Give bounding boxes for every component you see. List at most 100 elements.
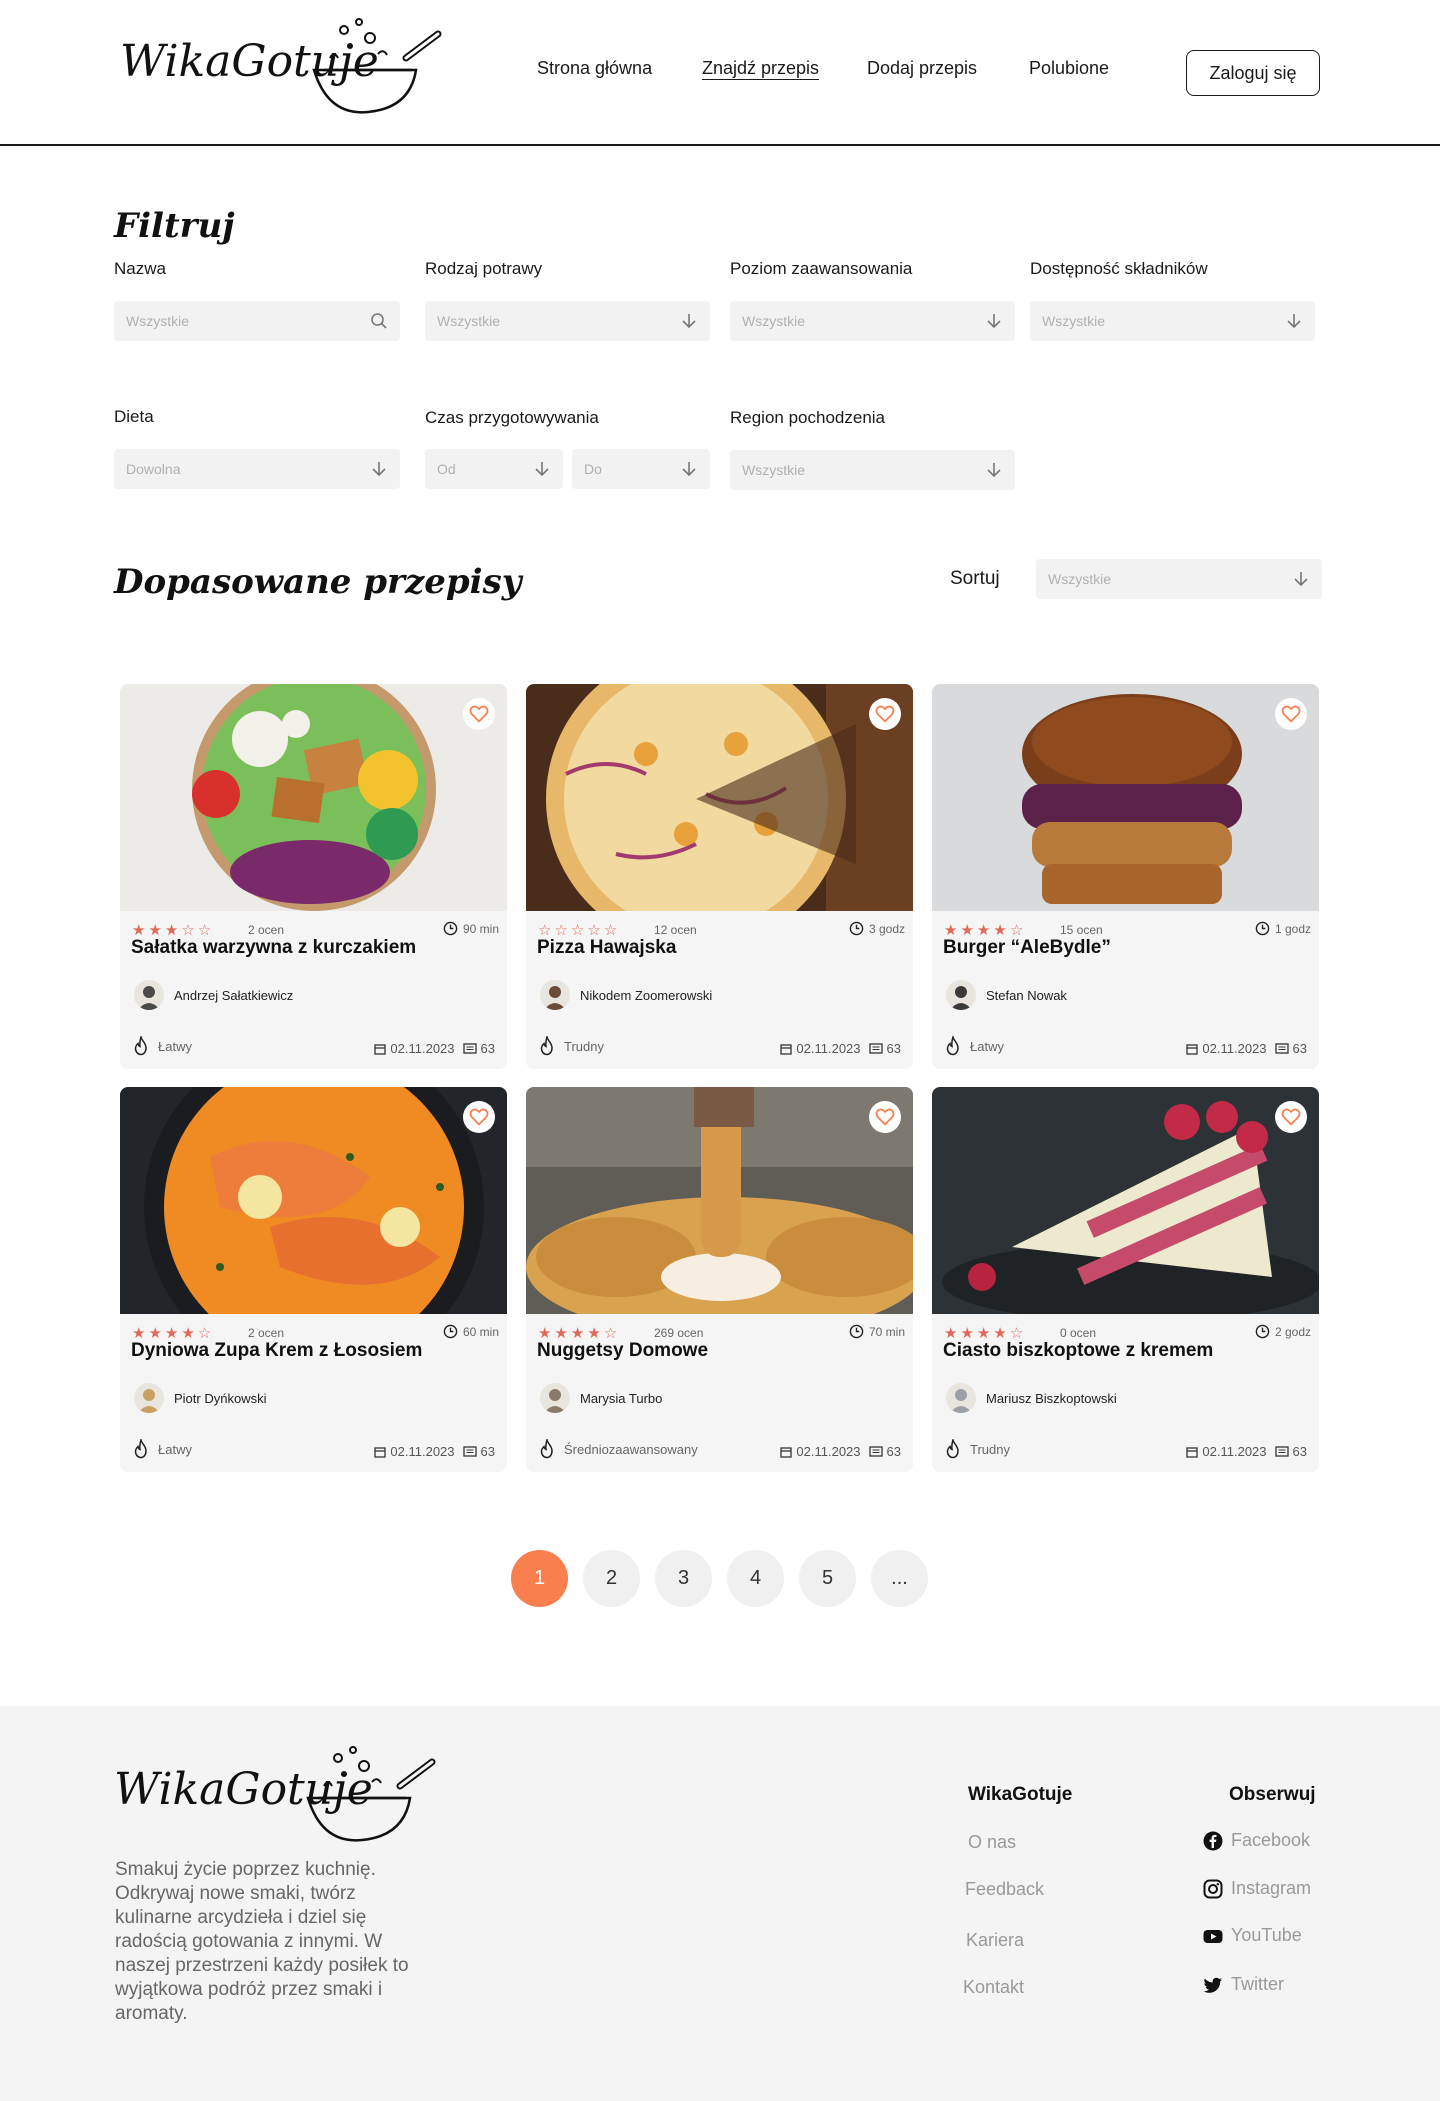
clock-icon (1255, 921, 1270, 936)
recipe-author[interactable]: Piotr Dyńkowski (134, 1383, 266, 1413)
recipe-image[interactable] (932, 1087, 1319, 1314)
flame-icon (946, 1036, 959, 1056)
diet-select[interactable]: Dowolna (114, 449, 400, 489)
heart-icon (1281, 705, 1301, 723)
author-name: Marysia Turbo (580, 1390, 663, 1406)
prep-time: 2 godz (1255, 1324, 1311, 1339)
recipe-card[interactable]: ★★★★☆ 0 ocen 2 godz Ciasto biszkoptowe z… (932, 1087, 1319, 1472)
favorite-button[interactable] (869, 1101, 901, 1133)
comment-count: 63 (480, 1041, 495, 1056)
login-button[interactable]: Zaloguj się (1186, 50, 1320, 96)
recipe-image[interactable] (526, 1087, 913, 1314)
results-title: Dopasowane przepisy (114, 562, 522, 602)
arrow-down-icon (372, 462, 386, 477)
favorite-button[interactable] (463, 698, 495, 730)
facebook-icon (1203, 1831, 1223, 1850)
favorite-button[interactable] (1275, 698, 1307, 730)
arrow-down-icon (682, 314, 696, 329)
recipe-author[interactable]: Stefan Nowak (946, 980, 1067, 1010)
prep-time: 1 godz (1255, 921, 1311, 936)
calendar-icon (374, 1043, 387, 1055)
recipe-title[interactable]: Dyniowa Zupa Krem z Łososiem (131, 1340, 422, 1362)
footer-link-about[interactable]: O nas (968, 1832, 1016, 1853)
dish-type-select[interactable]: Wszystkie (425, 301, 710, 341)
site-footer: WikaGotuje Smakuj życie poprzez kuchnię.… (0, 1706, 1440, 2101)
social-youtube[interactable]: YouTube (1203, 1925, 1302, 1946)
calendar-icon (1186, 1446, 1199, 1458)
svg-text:WikaGotuje: WikaGotuje (120, 36, 379, 87)
recipe-meta: 02.11.2023 63 (1186, 1444, 1307, 1459)
prep-time-to-select[interactable]: Do (572, 449, 710, 489)
favorite-button[interactable] (869, 698, 901, 730)
calendar-icon (780, 1043, 793, 1055)
recipe-date: 02.11.2023 (390, 1444, 455, 1459)
recipe-card[interactable]: ☆☆☆☆☆ 12 ocen 3 godz Pizza Hawajska Niko… (526, 684, 913, 1069)
page-button[interactable]: 5 (799, 1550, 856, 1607)
recipe-card[interactable]: ★★★★☆ 269 ocen 70 min Nuggetsy Domowe Ma… (526, 1087, 913, 1472)
avatar (946, 1383, 976, 1413)
heart-icon (875, 1108, 895, 1126)
recipe-title[interactable]: Sałatka warzywna z kurczakiem (131, 937, 416, 959)
brand-logo[interactable]: WikaGotuje (118, 8, 448, 118)
comment-count: 63 (480, 1444, 495, 1459)
social-facebook[interactable]: Facebook (1203, 1830, 1310, 1851)
author-name: Mariusz Biszkoptowski (986, 1390, 1117, 1406)
recipe-image[interactable] (120, 1087, 507, 1314)
favorite-button[interactable] (1275, 1101, 1307, 1133)
difficulty: Łatwy (132, 1439, 192, 1459)
page-button[interactable]: 2 (583, 1550, 640, 1607)
avatar (540, 1383, 570, 1413)
recipe-image[interactable] (120, 684, 507, 911)
site-header: WikaGotuje Strona główna Znajdź przepis … (0, 0, 1440, 146)
recipe-card[interactable]: ★★★★☆ 2 ocen 60 min Dyniowa Zupa Krem z … (120, 1087, 507, 1472)
comment-icon (1274, 1445, 1289, 1457)
favorite-button[interactable] (463, 1101, 495, 1133)
recipe-title[interactable]: Burger “AleBydle” (943, 937, 1111, 959)
name-search-input[interactable]: Wszystkie (114, 301, 400, 341)
nav-favorites[interactable]: Polubione (1029, 58, 1109, 79)
sort-select[interactable]: Wszystkie (1036, 559, 1322, 599)
nav-find-recipe[interactable]: Znajdź przepis (702, 58, 819, 79)
recipe-title[interactable]: Pizza Hawajska (537, 937, 676, 959)
comment-icon (868, 1445, 883, 1457)
social-instagram[interactable]: Instagram (1203, 1878, 1311, 1899)
recipe-image[interactable] (932, 684, 1319, 911)
page-more-button[interactable]: ... (871, 1550, 928, 1607)
avatar (134, 1383, 164, 1413)
ratings-count: 0 ocen (1060, 1326, 1097, 1340)
recipe-author[interactable]: Mariusz Biszkoptowski (946, 1383, 1117, 1413)
comment-icon (462, 1445, 477, 1457)
page-button[interactable]: 4 (727, 1550, 784, 1607)
footer-link-career[interactable]: Kariera (966, 1930, 1024, 1951)
difficulty: Średniozaawansowany (538, 1439, 698, 1459)
footer-link-contact[interactable]: Kontakt (963, 1977, 1024, 1998)
recipe-image[interactable] (526, 684, 913, 911)
footer-link-feedback[interactable]: Feedback (965, 1879, 1044, 1900)
recipe-date: 02.11.2023 (796, 1444, 861, 1459)
arrow-down-icon (1287, 314, 1301, 329)
recipe-title[interactable]: Ciasto biszkoptowe z kremem (943, 1340, 1213, 1362)
social-twitter[interactable]: Twitter (1203, 1974, 1284, 1995)
footer-brand-logo[interactable]: WikaGotuje (112, 1736, 442, 1846)
ratings-count: 269 ocen (654, 1326, 704, 1340)
recipe-date: 02.11.2023 (1202, 1444, 1267, 1459)
recipe-card[interactable]: ★★★☆☆ 2 ocen 90 min Sałatka warzywna z k… (120, 684, 507, 1069)
comment-count: 63 (886, 1444, 901, 1459)
page-button[interactable]: 3 (655, 1550, 712, 1607)
avatar (540, 980, 570, 1010)
recipe-title[interactable]: Nuggetsy Domowe (537, 1340, 708, 1362)
page-button[interactable]: 1 (511, 1550, 568, 1607)
avatar (134, 980, 164, 1010)
recipe-author[interactable]: Nikodem Zoomerowski (540, 980, 712, 1010)
prep-time-from-select[interactable]: Od (425, 449, 563, 489)
nav-add-recipe[interactable]: Dodaj przepis (867, 58, 977, 79)
level-select[interactable]: Wszystkie (730, 301, 1015, 341)
heart-icon (1281, 1108, 1301, 1126)
ingredients-select[interactable]: Wszystkie (1030, 301, 1315, 341)
recipe-author[interactable]: Andrzej Sałatkiewicz (134, 980, 293, 1010)
recipe-card[interactable]: ★★★★☆ 15 ocen 1 godz Burger “AleBydle” S… (932, 684, 1319, 1069)
sort-label: Sortuj (950, 568, 1000, 589)
recipe-author[interactable]: Marysia Turbo (540, 1383, 662, 1413)
region-select[interactable]: Wszystkie (730, 450, 1015, 490)
nav-home[interactable]: Strona główna (537, 58, 652, 79)
